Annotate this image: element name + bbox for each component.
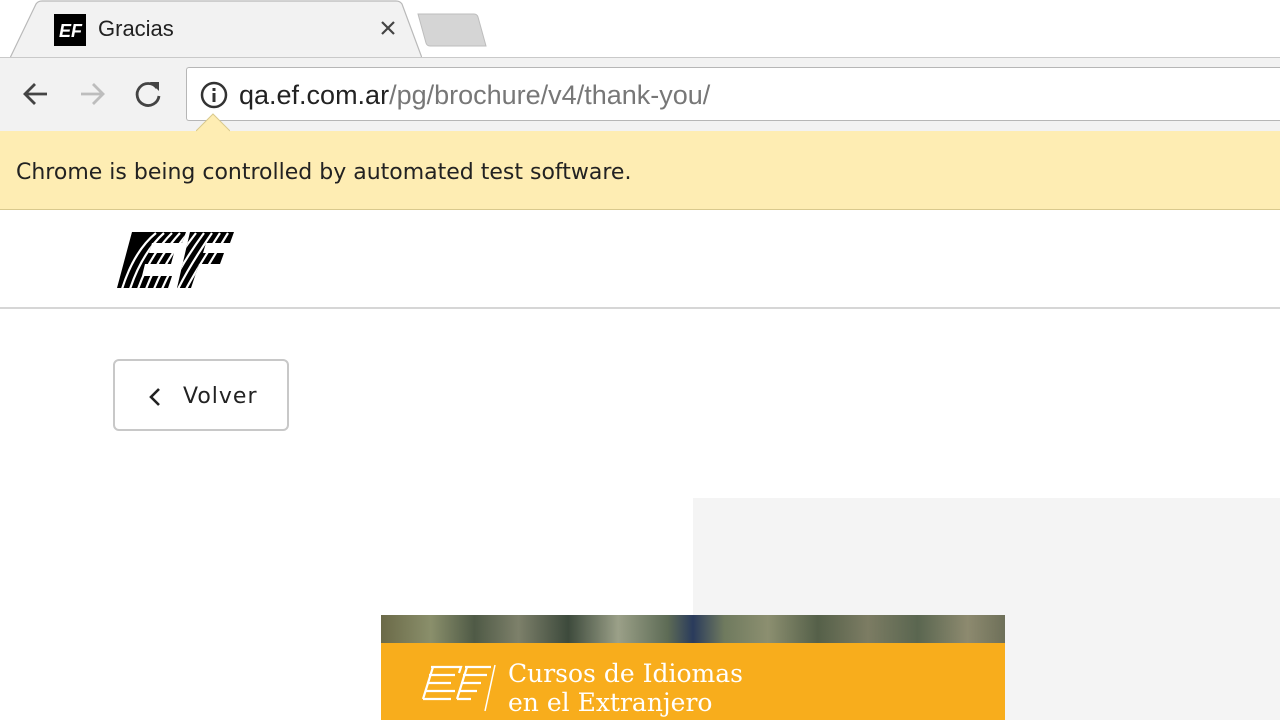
brochure-title-line1: Cursos de Idiomas bbox=[508, 659, 743, 688]
back-button-label: Volver bbox=[183, 384, 258, 409]
ef-logo[interactable] bbox=[116, 225, 236, 297]
site-header bbox=[0, 210, 1280, 309]
brochure-title-line2: en el Extranjero bbox=[508, 688, 713, 717]
new-tab-icon[interactable] bbox=[416, 12, 488, 52]
url-host: qa.ef.com.ar bbox=[239, 80, 390, 110]
brochure-title: Cursos de Idiomas en el Extranjero bbox=[508, 659, 743, 717]
browser-tab[interactable]: EF Gracias bbox=[10, 0, 422, 58]
brochure-ef-logo bbox=[421, 663, 497, 720]
forward-arrow-icon[interactable] bbox=[72, 74, 112, 114]
url-text: qa.ef.com.ar/pg/brochure/v4/thank-you/ bbox=[239, 78, 710, 112]
back-arrow-icon[interactable] bbox=[16, 74, 56, 114]
reload-icon[interactable] bbox=[128, 74, 168, 114]
infobar-pointer bbox=[196, 113, 230, 132]
chevron-left-icon bbox=[147, 385, 163, 413]
back-button[interactable]: Volver bbox=[113, 359, 289, 431]
brochure-cover: Cursos de Idiomas en el Extranjero bbox=[381, 615, 1005, 720]
tab-strip: EF Gracias bbox=[0, 0, 1280, 58]
tab-title: Gracias bbox=[98, 16, 174, 41]
url-path: /pg/brochure/v4/thank-you/ bbox=[389, 80, 711, 110]
close-icon[interactable] bbox=[376, 16, 400, 40]
address-bar[interactable]: qa.ef.com.ar/pg/brochure/v4/thank-you/ bbox=[186, 67, 1280, 121]
browser-toolbar: qa.ef.com.ar/pg/brochure/v4/thank-you/ bbox=[0, 57, 1280, 131]
brochure-photo bbox=[381, 615, 1005, 643]
info-icon[interactable] bbox=[199, 80, 229, 110]
infobar-message: Chrome is being controlled by automated … bbox=[16, 160, 632, 185]
ef-favicon-icon: EF bbox=[54, 14, 86, 46]
svg-text:EF: EF bbox=[59, 21, 83, 40]
